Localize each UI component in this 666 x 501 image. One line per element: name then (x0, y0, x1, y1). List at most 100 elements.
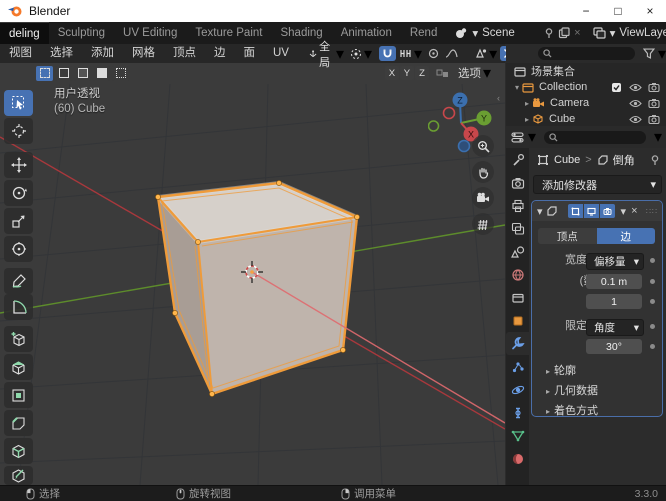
tab-render-properties[interactable] (506, 171, 529, 194)
select-mode-invert[interactable] (93, 65, 110, 81)
workspace-tab-sculpting[interactable]: Sculpting (49, 22, 114, 44)
tool-extrude-region[interactable] (4, 354, 33, 380)
section-profile[interactable]: ▸ 轮廓 (546, 362, 576, 378)
animate-dot[interactable] (650, 258, 655, 263)
tab-view-layer-properties[interactable] (506, 217, 529, 240)
proportional-falloff-dropdown[interactable] (442, 46, 461, 61)
tab-particle-properties[interactable] (506, 355, 529, 378)
3d-viewport[interactable]: 用户透视 (60) Cube Z Y X ‹ (0, 63, 505, 485)
limit-method-dropdown[interactable]: 角度 ▾ (586, 319, 644, 336)
delete-modifier-icon[interactable]: × (631, 205, 637, 217)
menu-view[interactable]: 视图 (0, 44, 41, 63)
tool-rotate[interactable] (4, 180, 33, 206)
breadcrumb-object[interactable]: Cube (554, 154, 580, 166)
select-mode-subtract[interactable] (74, 65, 91, 81)
angle-field[interactable]: 30° (586, 339, 642, 354)
tool-add-cube[interactable] (4, 326, 33, 352)
modifier-edit-mode-toggle[interactable] (567, 204, 583, 218)
minimize-button[interactable]: − (570, 0, 602, 22)
workspace-tab-animation[interactable]: Animation (332, 22, 401, 44)
snap-base-icon[interactable] (436, 67, 450, 79)
checkbox-icon[interactable] (611, 82, 622, 93)
amount-field[interactable]: 0.1 m (586, 274, 642, 289)
mirror-z-button[interactable]: Z (414, 66, 429, 80)
camera-visibility-icon[interactable] (648, 114, 660, 124)
drag-handle-icon[interactable]: ∷∷ (646, 207, 658, 216)
select-mode-intersect[interactable] (112, 65, 129, 81)
modifier-realtime-toggle[interactable] (583, 204, 599, 218)
pivot-point-dropdown[interactable]: ▾ (347, 46, 375, 63)
affect-edges-tab[interactable]: 边 (596, 228, 655, 244)
camera-visibility-icon[interactable] (648, 82, 660, 92)
new-scene-icon[interactable] (558, 27, 570, 39)
tab-modifier-properties[interactable] (506, 332, 529, 355)
transform-orientation-dropdown[interactable]: 全局 ▾ (306, 41, 347, 69)
menu-vertex[interactable]: 顶点 (164, 44, 205, 63)
tool-knife[interactable] (4, 466, 33, 485)
mirror-x-button[interactable]: X (384, 66, 399, 80)
scene-selector[interactable]: ▾ Scene × (450, 22, 584, 44)
view-layer-selector[interactable]: ▾ ViewLayer × (589, 22, 666, 44)
menu-edge[interactable]: 边 (205, 44, 235, 63)
menu-mesh[interactable]: 网格 (123, 44, 164, 63)
menu-select[interactable]: 选择 (41, 44, 82, 63)
properties-search-input[interactable] (544, 130, 647, 144)
tab-tool-properties[interactable] (506, 148, 529, 171)
workspace-tab-uv-editing[interactable]: UV Editing (114, 22, 186, 44)
properties-editor-icon[interactable] (511, 131, 526, 144)
tool-cursor[interactable] (4, 118, 33, 144)
menu-face[interactable]: 面 (235, 44, 265, 63)
show-gizmo-dropdown[interactable]: ▾ (471, 46, 500, 63)
workspace-tab-texture-paint[interactable]: Texture Paint (186, 22, 271, 44)
eye-icon[interactable] (629, 99, 642, 108)
tool-scale[interactable] (4, 208, 33, 234)
tab-collection-properties[interactable] (506, 286, 529, 309)
tool-bevel[interactable] (4, 410, 33, 436)
menu-add[interactable]: 添加 (82, 44, 123, 63)
zoom-view-button[interactable] (472, 135, 494, 157)
chevron-down-icon[interactable]: ▾ (654, 127, 662, 147)
section-shading[interactable]: ▸ 着色方式 (546, 402, 598, 418)
tab-material-properties[interactable] (506, 447, 529, 470)
mirror-y-button[interactable]: Y (399, 66, 414, 80)
workspace-tab-render[interactable]: Rend (401, 22, 447, 44)
animate-dot[interactable] (650, 299, 655, 304)
snap-toggle-button[interactable] (379, 46, 397, 61)
outliner-row-collection[interactable]: ▾ Collection (506, 79, 666, 95)
modifier-render-toggle[interactable] (599, 204, 615, 218)
unlink-scene-icon[interactable]: × (574, 27, 580, 39)
tool-inset-faces[interactable] (4, 382, 33, 408)
tool-transform[interactable] (4, 236, 33, 262)
expand-arrow-icon[interactable]: ▾ (537, 205, 543, 218)
close-button[interactable]: × (634, 0, 666, 22)
outliner-row-camera[interactable]: ▸ Camera (506, 95, 666, 111)
tool-measure[interactable] (4, 294, 33, 320)
animate-dot[interactable] (650, 279, 655, 284)
modifier-extras-dropdown[interactable]: ▾ (621, 205, 627, 218)
sidebar-collapse-icon[interactable]: ‹ (497, 93, 500, 103)
chevron-down-icon[interactable]: ▾ (528, 127, 536, 147)
maximize-button[interactable]: □ (602, 0, 634, 22)
tool-annotate[interactable] (4, 268, 33, 294)
section-geometry[interactable]: ▸ 几何数据 (546, 382, 598, 398)
tab-physics-properties[interactable] (506, 378, 529, 401)
gizmo-z-negative[interactable] (457, 139, 471, 153)
menu-uv[interactable]: UV (264, 44, 298, 63)
tool-move[interactable] (4, 152, 33, 178)
camera-view-button[interactable] (472, 187, 494, 209)
collapse-arrow-icon[interactable]: ▸ (522, 99, 532, 108)
width-type-dropdown[interactable]: 偏移量 ▾ (586, 253, 644, 270)
cube-object[interactable] (155, 180, 360, 397)
tab-object-data-properties[interactable] (506, 424, 529, 447)
collapse-arrow-icon[interactable]: ▸ (522, 115, 532, 124)
outliner-row-cube[interactable]: ▸ Cube (506, 111, 666, 126)
tab-world-properties[interactable] (506, 263, 529, 286)
eye-icon[interactable] (629, 83, 642, 92)
animate-dot[interactable] (650, 324, 655, 329)
filter-icon[interactable] (643, 48, 655, 59)
expand-arrow-icon[interactable]: ▾ (512, 83, 522, 92)
outliner-row-scene-collection[interactable]: 场景集合 (506, 63, 666, 79)
pan-view-button[interactable] (472, 161, 494, 183)
tool-select-box[interactable] (4, 90, 33, 116)
snap-target-dropdown[interactable]: ▾ (396, 46, 425, 63)
